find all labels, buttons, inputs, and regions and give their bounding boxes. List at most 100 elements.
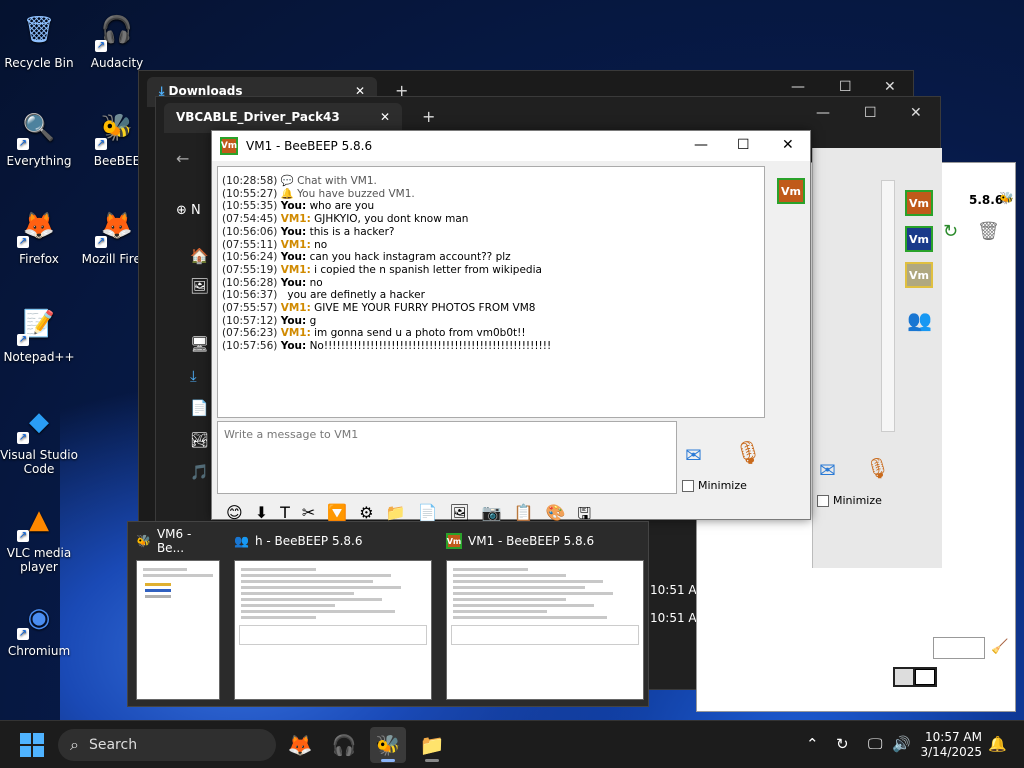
chevron-up-icon[interactable]: ⌃	[806, 735, 819, 753]
message-input[interactable]: Write a message to VM1	[217, 421, 677, 494]
gallery-icon[interactable]: 🖼	[160, 277, 210, 317]
desktop-icon[interactable]: 📝 ↗ Notepad++	[0, 302, 78, 364]
chat-log[interactable]: (10:28:58) 💬 Chat with VM1. (10:55:27) 🔔 …	[217, 166, 765, 418]
refresh-icon[interactable]: ↻	[943, 221, 958, 242]
user-list-item[interactable]: Vm	[905, 190, 933, 216]
clock[interactable]: 10:57 AM 3/14/2025	[920, 730, 982, 760]
send-icon[interactable]: ✉	[819, 458, 836, 482]
thumbnail-vm1[interactable]: Vm VM1 - BeeBEEP 5.8.6	[446, 530, 644, 700]
taskbar-audacity[interactable]: 🎧	[326, 727, 362, 763]
scroll-track[interactable]	[881, 180, 895, 432]
shortcut-arrow-icon: ↗	[17, 236, 29, 248]
downloads-folder-icon[interactable]: ⤓	[160, 367, 210, 399]
broom-icon[interactable]: 🧹	[991, 639, 1008, 655]
checkbox-box[interactable]	[817, 494, 829, 507]
pictures-folder-icon[interactable]: 🏞	[160, 431, 210, 463]
app-icon: ▲ ↗	[17, 505, 49, 542]
desktop-icon[interactable]: 🎧 ↗ Audacity	[78, 8, 156, 70]
mic-icon[interactable]: 🎙	[865, 456, 890, 480]
download-icon[interactable]: ⬇	[255, 503, 268, 523]
maximize-button[interactable]: ☐	[839, 79, 852, 95]
minimize-checkbox[interactable]: Minimize	[682, 479, 747, 492]
chat-message: (10:57:12) You: g	[222, 315, 760, 328]
home-icon[interactable]: 🏠	[160, 247, 210, 277]
app-icon: 🦊 ↗	[17, 211, 56, 248]
music-folder-icon[interactable]: 🎵	[160, 463, 210, 495]
close-button[interactable]: ✕	[782, 137, 794, 153]
documents-folder-icon[interactable]: 📄	[160, 399, 210, 431]
start-button[interactable]	[20, 733, 44, 757]
minimize-button[interactable]: —	[694, 137, 708, 153]
taskbar-firefox[interactable]: 🦊	[282, 727, 318, 763]
users-icon[interactable]: 👥	[907, 308, 932, 332]
network-icon[interactable]: 🖵	[868, 735, 882, 753]
settings-icon[interactable]: ⚙	[359, 503, 373, 523]
sync-icon[interactable]: ↻	[836, 735, 849, 753]
trash-icon[interactable]: 🗑	[977, 221, 1000, 242]
chat-message: (10:57:56) You: No!!!!!!!!!!!!!!!!!!!!!!…	[222, 340, 760, 353]
message-timestamp: (07:56:23)	[222, 327, 278, 340]
desktop-icon[interactable]: ◉ ↗ Chromium	[0, 596, 78, 658]
filter-icon[interactable]: 🔽	[327, 503, 347, 523]
desktop-icon[interactable]: 🔍 ↗ Everything	[0, 106, 78, 168]
minimize-label: Minimize	[833, 494, 882, 507]
image-icon[interactable]: 🖼	[449, 503, 469, 523]
thumbnail-title: h - BeeBEEP 5.8.6	[254, 534, 363, 548]
checkbox-box[interactable]	[682, 479, 694, 492]
nav-pane: 🏠 🖼 🖥 ⤓ 📄 🏞 🎵	[160, 247, 210, 547]
thumbnail-preview	[234, 560, 432, 700]
desktop-icon[interactable]: ◆ ↗ Visual Studio Code	[0, 400, 78, 476]
back-arrow-icon[interactable]: ←	[176, 149, 189, 168]
minimize-checkbox[interactable]: Minimize	[817, 494, 882, 507]
message-text: You have buzzed VM1.	[297, 187, 415, 200]
thumbnail-preview	[136, 560, 220, 700]
voice-message-icon[interactable]: 🎙	[734, 441, 762, 471]
folder-icon[interactable]: 📁	[386, 503, 406, 523]
vm1-avatar[interactable]: Vm	[777, 178, 805, 204]
message-timestamp: (10:56:24)	[222, 251, 278, 264]
view-toggle[interactable]	[893, 667, 937, 687]
desktop-icon[interactable]: ▲ ↗ VLC media player	[0, 498, 78, 574]
minimize-button[interactable]: —	[791, 79, 805, 95]
desktop-folder-icon[interactable]: 🖥	[160, 335, 210, 367]
emoticons-icon[interactable]: 😊	[226, 503, 243, 523]
volume-icon[interactable]: 🔊	[892, 735, 911, 753]
thumbnail-vm6[interactable]: 🐝 VM6 - Be...	[136, 527, 220, 700]
clipboard-icon[interactable]: 📋	[514, 503, 534, 523]
search-field[interactable]	[933, 637, 985, 659]
tab-close-icon[interactable]: ✕	[380, 110, 390, 124]
minimize-button[interactable]: —	[816, 105, 830, 121]
save-icon[interactable]: 🖫	[577, 503, 591, 523]
maximize-button[interactable]: ☐	[737, 137, 750, 153]
message-text: No!!!!!!!!!!!!!!!!!!!!!!!!!!!!!!!!!!!!!!…	[309, 340, 552, 353]
new-button[interactable]: ⊕ N	[176, 203, 201, 218]
user-list-item[interactable]: Vm	[905, 226, 933, 252]
taskbar-beebeep[interactable]: 🐝	[370, 727, 406, 763]
details-view-icon[interactable]	[895, 669, 913, 685]
notification-bell-icon[interactable]: 🔔	[988, 735, 1007, 753]
thumbnail-h[interactable]: 👥 h - BeeBEEP 5.8.6	[234, 530, 432, 700]
tiles-view-icon[interactable]	[915, 669, 935, 685]
send-message-icon[interactable]: ✉	[685, 443, 717, 469]
font-icon[interactable]: T	[280, 503, 290, 523]
desktop-icon[interactable]: 🦊 ↗ Firefox	[0, 204, 78, 266]
maximize-button[interactable]: ☐	[864, 105, 877, 121]
camera-icon[interactable]: 📷	[482, 503, 502, 523]
user-list-item[interactable]: Vm	[905, 262, 933, 288]
new-tab-button[interactable]: +	[422, 107, 435, 126]
message-timestamp: (07:55:11)	[222, 238, 278, 251]
palette-icon[interactable]: 🎨	[546, 503, 566, 523]
chat-window[interactable]: Vm VM1 - BeeBEEP 5.8.6 — ☐ ✕ (10:28:58) …	[211, 130, 811, 523]
file-icon[interactable]: 📄	[417, 503, 437, 523]
chat-titlebar[interactable]: Vm VM1 - BeeBEEP 5.8.6 — ☐ ✕	[212, 131, 810, 161]
beebeep-window-middle[interactable]: Vm Vm Vm 👥 ✉ 🎙 Minimize	[812, 148, 942, 568]
taskbar-search[interactable]: ⌕ Search	[58, 729, 276, 761]
tab-vbcable[interactable]: VBCABLE_Driver_Pack43 ✕	[164, 103, 402, 133]
scissors-icon[interactable]: ✂	[302, 503, 315, 523]
chat-bubble-icon: 💬	[280, 175, 294, 187]
message-sender: You:	[280, 251, 307, 264]
desktop-icon[interactable]: 🗑 Recycle Bin	[0, 8, 78, 70]
close-button[interactable]: ✕	[884, 79, 896, 95]
close-button[interactable]: ✕	[910, 105, 922, 121]
taskbar-file-explorer[interactable]: 📁	[414, 727, 450, 763]
